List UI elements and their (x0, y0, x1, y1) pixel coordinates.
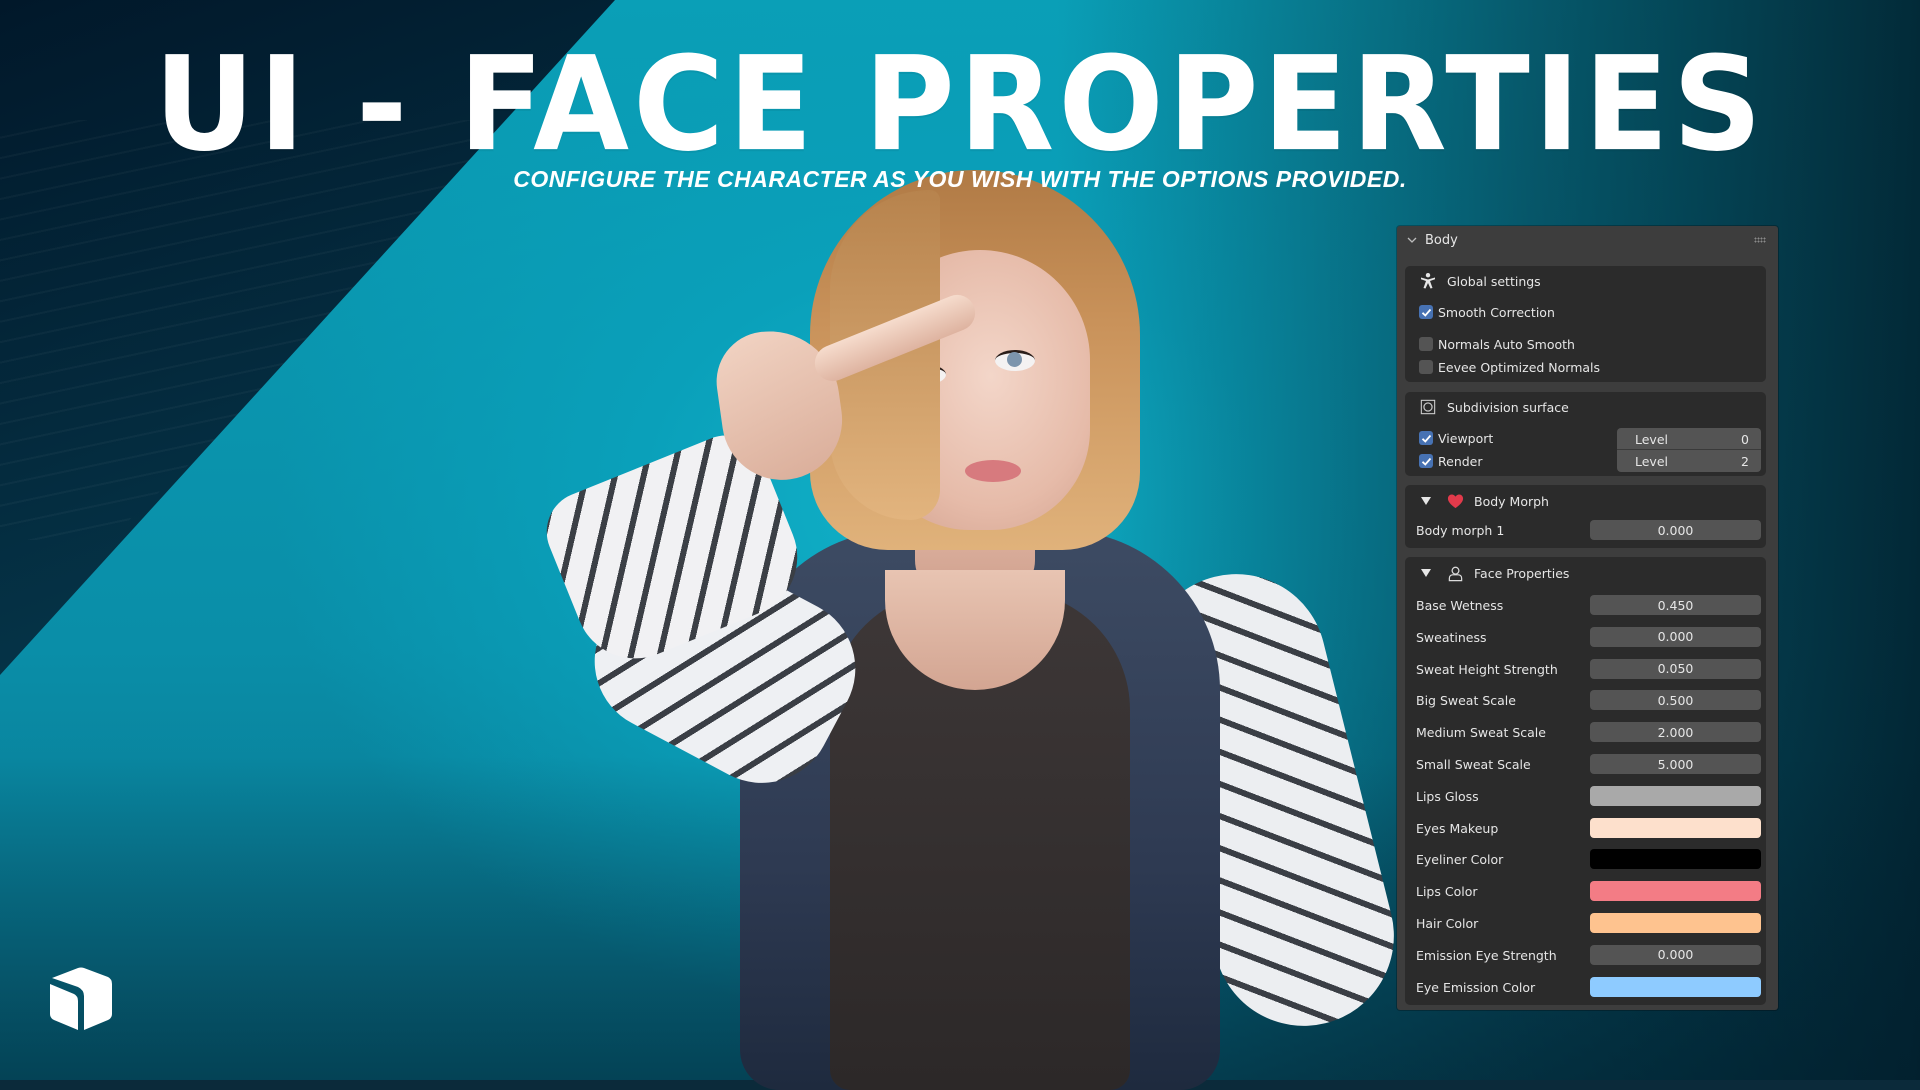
face-properties-header[interactable]: Face Properties (1405, 560, 1766, 586)
eyeliner-color-color-swatch[interactable] (1590, 849, 1761, 870)
render-level-label: Level (1635, 453, 1668, 469)
sweat-height-strength-label: Sweat Height Strength (1416, 661, 1558, 677)
small-sweat-scale-field[interactable]: 5.000 (1590, 754, 1761, 774)
drag-handle-icon[interactable] (1754, 237, 1766, 243)
cube-icon (48, 962, 114, 1032)
lips-gloss-color-swatch[interactable] (1590, 785, 1761, 806)
body-properties-panel: Body Global settings Smooth Correction N… (1397, 226, 1778, 1010)
check-icon (1421, 308, 1431, 317)
triangle-down-icon[interactable] (1421, 497, 1431, 505)
global-settings-title: Global settings (1447, 273, 1541, 289)
eye-emission-color-label: Eye Emission Color (1416, 979, 1536, 995)
panel-header-body[interactable]: Body (1397, 226, 1778, 254)
heart-icon (1446, 492, 1464, 510)
character-iris-right (1007, 352, 1022, 367)
check-icon (1421, 434, 1431, 443)
medium-sweat-scale-label: Medium Sweat Scale (1416, 725, 1546, 741)
big-sweat-scale-field[interactable]: 0.500 (1590, 690, 1761, 711)
user-icon (1446, 564, 1464, 582)
character-render (534, 170, 1413, 1090)
viewport-checkbox[interactable] (1419, 431, 1433, 445)
body-morph-title: Body Morph (1474, 493, 1549, 509)
option-smooth-correction[interactable]: Smooth Correction (1405, 299, 1766, 325)
hair-color-color-swatch[interactable] (1590, 913, 1761, 933)
normals-auto-smooth-checkbox[interactable] (1419, 337, 1433, 351)
triangle-down-icon[interactable] (1421, 569, 1431, 577)
lips-gloss-label: Lips Gloss (1416, 788, 1479, 804)
hair-color-label: Hair Color (1416, 916, 1479, 931)
panel-header-label: Body (1425, 232, 1458, 248)
body-morph-1-label: Body morph 1 (1416, 523, 1505, 538)
subdivision-header: Subdivision surface (1405, 394, 1766, 420)
body-morph-header[interactable]: Body Morph (1405, 488, 1766, 514)
armature-pose-icon (1419, 272, 1437, 290)
viewport-level-label: Level (1635, 431, 1668, 447)
face-properties-title: Face Properties (1474, 565, 1570, 581)
subdivision-title: Subdivision surface (1447, 399, 1569, 415)
eyes-makeup-color-swatch[interactable] (1590, 817, 1761, 838)
option-eevee-optimized-normals[interactable]: Eevee Optimized Normals (1405, 354, 1766, 380)
subdivision-modifier-icon (1419, 398, 1437, 416)
lips-color-label: Lips Color (1416, 884, 1478, 900)
eevee-optimized-normals-checkbox[interactable] (1419, 360, 1433, 374)
global-settings-box: Global settings Smooth Correction Normal… (1405, 266, 1766, 382)
lips-color-color-swatch[interactable] (1590, 881, 1761, 902)
subdivision-box: Subdivision surface Viewport Render Leve… (1405, 392, 1766, 476)
face-properties-box: Face Properties Base Wetness 0.450 Sweatin… (1405, 557, 1766, 1005)
eyeliner-color-label: Eyeliner Color (1416, 852, 1504, 868)
sweatiness-field[interactable]: 0.000 (1590, 626, 1761, 647)
page-subtitle: CONFIGURE THE CHARACTER AS YOU WISH WITH… (513, 166, 1407, 192)
level-fields: Level 0 Level 2 (1617, 428, 1761, 472)
small-sweat-scale-label: Small Sweat Scale (1416, 757, 1531, 772)
body-morph-box: Body Morph Body morph 1 0.000 (1405, 485, 1766, 548)
base-wetness-field[interactable]: 0.450 (1590, 595, 1761, 615)
check-icon (1421, 457, 1431, 466)
base-wetness-label: Base Wetness (1416, 598, 1504, 613)
character-lips (965, 460, 1021, 482)
global-settings-header: Global settings (1405, 268, 1766, 294)
page-title: UI - FACE PROPERTIES (154, 29, 1766, 181)
render-level-value: 2 (1741, 453, 1749, 469)
normals-auto-smooth-label: Normals Auto Smooth (1438, 336, 1575, 352)
medium-sweat-scale-field[interactable]: 2.000 (1590, 722, 1761, 743)
big-sweat-scale-label: Big Sweat Scale (1416, 693, 1516, 709)
body-morph-1-field[interactable]: 0.000 (1590, 520, 1761, 540)
render-checkbox[interactable] (1419, 454, 1433, 468)
render-label: Render (1438, 453, 1483, 469)
emission-eye-strength-label: Emission Eye Strength (1416, 947, 1557, 963)
eye-emission-color-color-swatch[interactable] (1590, 976, 1761, 997)
sweatiness-label: Sweatiness (1416, 629, 1487, 645)
eyes-makeup-label: Eyes Makeup (1416, 820, 1499, 836)
viewport-label: Viewport (1438, 430, 1494, 446)
render-level-field[interactable]: Level 2 (1617, 450, 1761, 472)
smooth-correction-checkbox[interactable] (1419, 305, 1433, 319)
viewport-level-field[interactable]: Level 0 (1617, 428, 1761, 450)
viewport-level-value: 0 (1741, 431, 1749, 447)
emission-eye-strength-field[interactable]: 0.000 (1590, 944, 1761, 965)
sweat-height-strength-field[interactable]: 0.050 (1590, 658, 1761, 679)
smooth-correction-label: Smooth Correction (1438, 304, 1555, 320)
eevee-optimized-normals-label: Eevee Optimized Normals (1438, 359, 1601, 375)
chevron-down-icon (1407, 237, 1417, 243)
